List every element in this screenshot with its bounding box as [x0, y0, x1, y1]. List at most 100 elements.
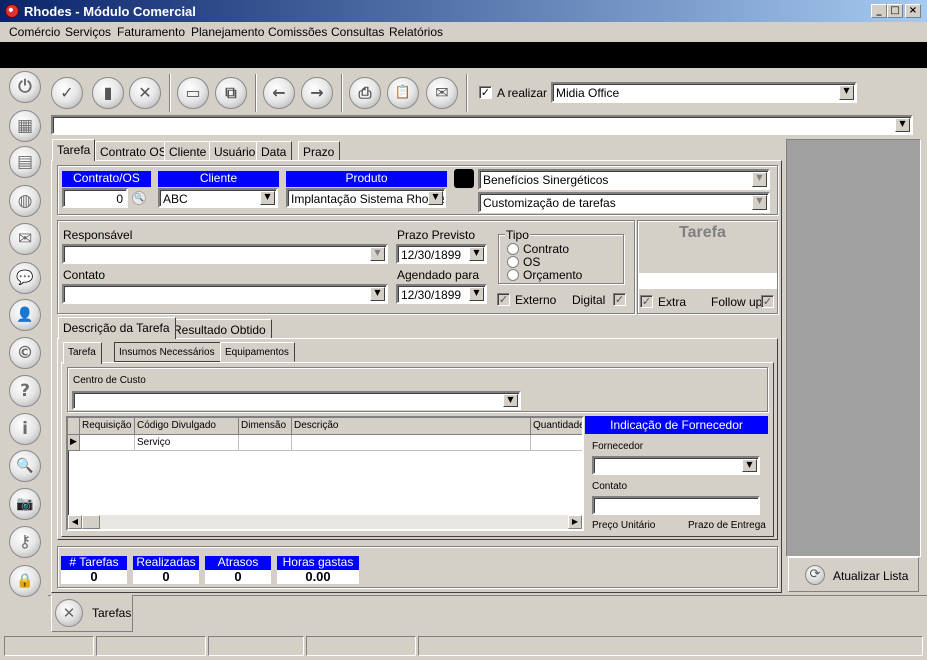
chevron-down-icon[interactable]: ▼: [503, 394, 518, 407]
previous-button[interactable]: ←: [263, 77, 295, 109]
tipo-os-radio[interactable]: [507, 256, 519, 268]
scroll-thumb[interactable]: [82, 515, 100, 529]
centro-custo-select[interactable]: ▼: [72, 391, 521, 410]
customizacao-select[interactable]: Customização de tarefas ▼: [478, 192, 770, 213]
fornecedor-select[interactable]: ▼: [592, 456, 760, 475]
refresh-icon: ⟳: [805, 565, 825, 585]
chevron-down-icon[interactable]: ▼: [370, 247, 385, 261]
grid-header-codigo[interactable]: Código Divulgado: [135, 418, 239, 435]
menu-relatorios[interactable]: Relatórios: [389, 25, 443, 39]
chevron-down-icon[interactable]: ▼: [895, 118, 910, 132]
menu-consultas[interactable]: Consultas: [331, 25, 384, 39]
color-swatch[interactable]: [454, 169, 474, 188]
fornecedor-contato-input[interactable]: [592, 496, 760, 515]
key-icon[interactable]: ⚷: [9, 526, 41, 558]
close-button[interactable]: ×: [905, 4, 921, 18]
grid-horizontal-scrollbar[interactable]: ◀ ▶: [68, 515, 582, 529]
chevron-down-icon[interactable]: ▼: [752, 195, 767, 210]
cancel-button[interactable]: ✕: [129, 77, 161, 109]
copyright-icon[interactable]: ©: [9, 337, 41, 369]
scroll-right-icon[interactable]: ▶: [568, 515, 582, 529]
power-icon[interactable]: ⏻: [9, 71, 41, 103]
calendar-icon[interactable]: ▤: [9, 146, 41, 178]
produto-select[interactable]: Implantação Sistema Rhodes ▼: [286, 188, 446, 208]
search-icon[interactable]: 🔍: [132, 191, 146, 205]
insumos-grid[interactable]: Requisição Código Divulgado Dimensão Des…: [66, 416, 584, 531]
chevron-down-icon[interactable]: ▼: [428, 191, 443, 205]
chevron-down-icon[interactable]: ▼: [469, 287, 484, 301]
externo-checkbox[interactable]: ✓: [497, 293, 510, 306]
tab-descricao-tarefa[interactable]: Descrição da Tarefa: [58, 317, 176, 339]
globe-icon[interactable]: ◍: [9, 185, 41, 217]
user-icon[interactable]: 👤: [9, 299, 41, 331]
chevron-down-icon[interactable]: ▼: [469, 247, 484, 261]
beneficios-select[interactable]: Benefícios Sinergéticos ▼: [478, 169, 770, 190]
grid-header-quantidade[interactable]: Quantidade: [531, 418, 582, 435]
chevron-down-icon[interactable]: ▼: [752, 172, 767, 187]
maximize-button[interactable]: □: [887, 4, 903, 18]
search-icon[interactable]: 🔍: [9, 450, 41, 482]
camera-icon[interactable]: 📷: [9, 488, 41, 520]
tab-resultado-obtido[interactable]: Resultado Obtido: [168, 319, 272, 339]
lock-icon[interactable]: 🔒: [9, 565, 41, 597]
menu-comercio[interactable]: Comércio: [9, 25, 60, 39]
menu-planejamento[interactable]: Planejamento: [191, 25, 264, 39]
atualizar-lista-button[interactable]: ⟳ Atualizar Lista: [788, 557, 919, 592]
contrato-input[interactable]: 0: [62, 188, 128, 208]
grid-header-dimensao[interactable]: Dimensão: [239, 418, 292, 435]
grid-cell-quantidade[interactable]: [531, 435, 582, 451]
menu-comissoes[interactable]: Comissões: [268, 25, 327, 39]
contato-select[interactable]: ▼: [62, 284, 388, 304]
clipboard-button[interactable]: 📋: [387, 77, 419, 109]
chevron-down-icon[interactable]: ▼: [260, 191, 275, 205]
extra-checkbox[interactable]: ✓: [640, 295, 653, 308]
subtab-tarefa[interactable]: Tarefa: [63, 342, 102, 364]
new-document-button[interactable]: ▮: [92, 77, 124, 109]
cascade-windows-button[interactable]: ⧉: [215, 77, 247, 109]
agendado-input[interactable]: 12/30/1899 ▼: [396, 284, 487, 304]
search-combo[interactable]: ▼: [51, 115, 913, 135]
confirm-button[interactable]: ✓: [51, 77, 83, 109]
tab-tarefa[interactable]: Tarefa: [52, 139, 95, 161]
grid-header-descricao[interactable]: Descrição: [292, 418, 531, 435]
menu-servicos[interactable]: Serviços: [65, 25, 111, 39]
help-icon[interactable]: ?: [9, 375, 41, 407]
a-realizar-checkbox[interactable]: ✓: [479, 86, 492, 99]
mail-icon[interactable]: ✉: [9, 223, 41, 255]
grid-header-requisicao[interactable]: Requisição: [80, 418, 135, 435]
window-button[interactable]: ▭: [177, 77, 209, 109]
prazo-previsto-input[interactable]: 12/30/1899 ▼: [396, 244, 487, 264]
company-select[interactable]: Midia Office ▼: [551, 82, 857, 103]
close-tab-icon[interactable]: ✕: [55, 599, 83, 627]
tab-prazo[interactable]: Prazo: [298, 141, 341, 161]
chevron-down-icon[interactable]: ▼: [839, 85, 854, 100]
grid-cell-dimensao[interactable]: [239, 435, 292, 451]
cliente-select[interactable]: ABC ▼: [158, 188, 278, 208]
tab-data[interactable]: Data: [256, 141, 293, 161]
grid-cell-requisicao[interactable]: [80, 435, 135, 451]
info-icon[interactable]: i: [9, 413, 41, 445]
chevron-down-icon[interactable]: ▼: [370, 287, 385, 301]
responsavel-select[interactable]: ▼: [62, 244, 388, 264]
tab-usuario[interactable]: Usuário: [209, 141, 262, 161]
grid-cell-codigo[interactable]: Serviço: [135, 435, 239, 451]
tipo-orcamento-radio[interactable]: [507, 269, 519, 281]
chevron-down-icon[interactable]: ▼: [742, 459, 757, 472]
email-button[interactable]: ✉: [426, 77, 458, 109]
tipo-contrato-radio[interactable]: [507, 243, 519, 255]
tab-contrato-os[interactable]: Contrato OS: [95, 141, 173, 161]
subtab-insumos[interactable]: Insumos Necessários: [114, 342, 221, 362]
scroll-left-icon[interactable]: ◀: [68, 515, 82, 529]
digital-checkbox[interactable]: ✓: [613, 293, 626, 306]
menu-faturamento[interactable]: Faturamento: [117, 25, 185, 39]
next-button[interactable]: →: [301, 77, 333, 109]
grid-cell-descricao[interactable]: [292, 435, 531, 451]
chat-icon[interactable]: 💬: [9, 262, 41, 294]
subtab-equipamentos[interactable]: Equipamentos: [220, 342, 295, 362]
bottom-tab-tarefas[interactable]: ✕ Tarefas: [51, 595, 133, 632]
followup-checkbox[interactable]: ✓: [761, 295, 774, 308]
tab-cliente[interactable]: Cliente: [164, 141, 213, 161]
minimize-button[interactable]: _: [871, 4, 887, 18]
calculator-icon[interactable]: ▦: [9, 110, 41, 142]
print-button[interactable]: ⎙: [349, 77, 381, 109]
